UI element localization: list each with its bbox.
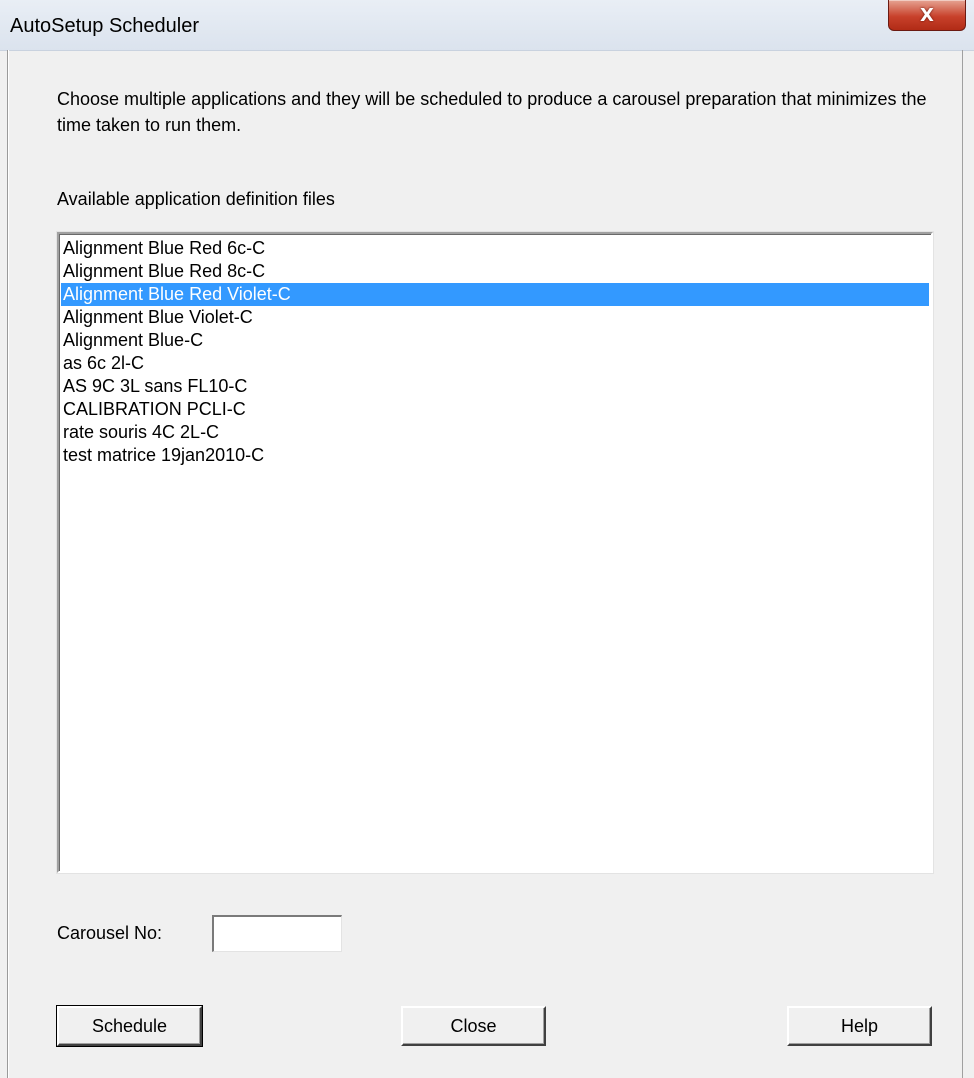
client-edge-right <box>962 50 963 1078</box>
schedule-button[interactable]: Schedule <box>56 1005 203 1047</box>
list-item[interactable]: CALIBRATION PCLI-C <box>61 398 929 421</box>
list-item[interactable]: AS 9C 3L sans FL10-C <box>61 375 929 398</box>
window-title: AutoSetup Scheduler <box>10 15 200 37</box>
application-listbox[interactable]: Alignment Blue Red 6c-C Alignment Blue Re… <box>57 232 933 873</box>
autosetup-scheduler-window: AutoSetup Scheduler X Choose multiple ap… <box>0 0 974 1078</box>
list-item[interactable]: as 6c 2l-C <box>61 352 929 375</box>
carousel-no-label: Carousel No: <box>57 923 163 943</box>
list-item[interactable]: Alignment Blue Red Violet-C <box>61 283 929 306</box>
title-bar[interactable]: AutoSetup Scheduler X <box>0 0 974 51</box>
list-item[interactable]: rate souris 4C 2L-C <box>61 421 929 444</box>
list-item[interactable]: Alignment Blue Red 6c-C <box>61 237 929 260</box>
description-text: Choose multiple applications and they wi… <box>57 89 927 135</box>
list-item[interactable]: Alignment Blue Red 8c-C <box>61 260 929 283</box>
application-list-items: Alignment Blue Red 6c-C Alignment Blue Re… <box>61 237 929 467</box>
help-button[interactable]: Help <box>787 1006 932 1046</box>
list-item[interactable]: Alignment Blue Violet-C <box>61 306 929 329</box>
close-button[interactable]: Close <box>401 1006 546 1046</box>
carousel-no-input[interactable] <box>212 915 342 952</box>
application-list-label: Available application definition files <box>57 189 335 209</box>
list-item[interactable]: test matrice 19jan2010-C <box>61 444 929 467</box>
list-item[interactable]: Alignment Blue-C <box>61 329 929 352</box>
client-edge-left <box>7 50 9 1078</box>
close-icon: X <box>920 4 934 26</box>
window-close-button[interactable]: X <box>888 0 966 31</box>
